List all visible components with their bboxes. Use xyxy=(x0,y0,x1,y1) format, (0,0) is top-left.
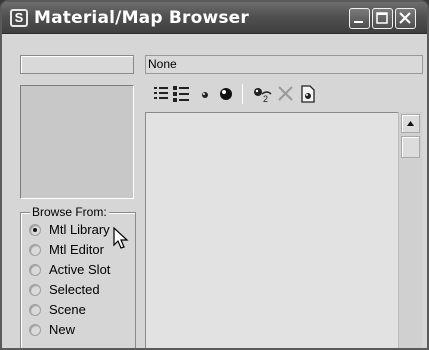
minimize-icon xyxy=(354,21,363,23)
maximize-button[interactable] xyxy=(372,8,393,29)
material-map-browser-window: S Material/Map Browser None 2 Browse Fro… xyxy=(0,0,429,350)
radio-scene[interactable]: Scene xyxy=(29,302,137,320)
radio-label: Mtl Editor xyxy=(49,242,104,257)
title-bar[interactable]: S Material/Map Browser xyxy=(2,2,427,34)
radio-button[interactable] xyxy=(29,304,41,316)
radio-button[interactable] xyxy=(29,284,41,296)
app-icon: S xyxy=(10,9,28,27)
clear-material-library-icon[interactable] xyxy=(298,84,318,104)
large-icons-icon[interactable] xyxy=(216,84,236,104)
radio-label: New xyxy=(49,322,76,337)
close-icon xyxy=(399,12,411,24)
radio-label: Active Slot xyxy=(49,262,111,277)
radio-button[interactable] xyxy=(29,224,41,236)
arrow-up-icon xyxy=(407,121,414,126)
radio-label: Scene xyxy=(49,302,86,317)
vertical-scrollbar[interactable] xyxy=(398,112,422,348)
small-icons-icon[interactable] xyxy=(196,84,216,104)
material-preview xyxy=(20,85,134,199)
svg-text:2: 2 xyxy=(263,94,268,104)
minimize-button[interactable] xyxy=(349,8,370,29)
view-list-icon[interactable] xyxy=(152,84,172,104)
material-name-field[interactable] xyxy=(20,55,134,74)
radio-button[interactable] xyxy=(29,264,41,276)
radio-new[interactable]: New xyxy=(29,322,137,340)
scroll-thumb[interactable] xyxy=(401,136,420,158)
material-list[interactable] xyxy=(145,112,398,348)
toolbar-separator xyxy=(242,84,243,104)
radio-active-slot[interactable]: Active Slot xyxy=(29,262,137,280)
view-toolbar: 2 xyxy=(150,82,420,106)
window-title: Material/Map Browser xyxy=(34,8,249,28)
mouse-cursor-icon xyxy=(113,227,129,249)
browse-from-label: Browse From: xyxy=(30,205,109,219)
radio-button[interactable] xyxy=(29,244,41,256)
delete-icon[interactable] xyxy=(276,84,296,104)
radio-selected[interactable]: Selected xyxy=(29,282,137,300)
selected-material-field: None xyxy=(145,55,423,74)
view-list-icons-icon[interactable] xyxy=(172,84,192,104)
radio-label: Mtl Library xyxy=(49,222,110,237)
maximize-icon xyxy=(376,12,388,24)
scroll-up-button[interactable] xyxy=(401,114,420,133)
close-button[interactable] xyxy=(395,8,416,29)
radio-label: Selected xyxy=(49,282,100,297)
update-scene-materials-icon[interactable]: 2 xyxy=(252,84,272,104)
radio-button[interactable] xyxy=(29,324,41,336)
